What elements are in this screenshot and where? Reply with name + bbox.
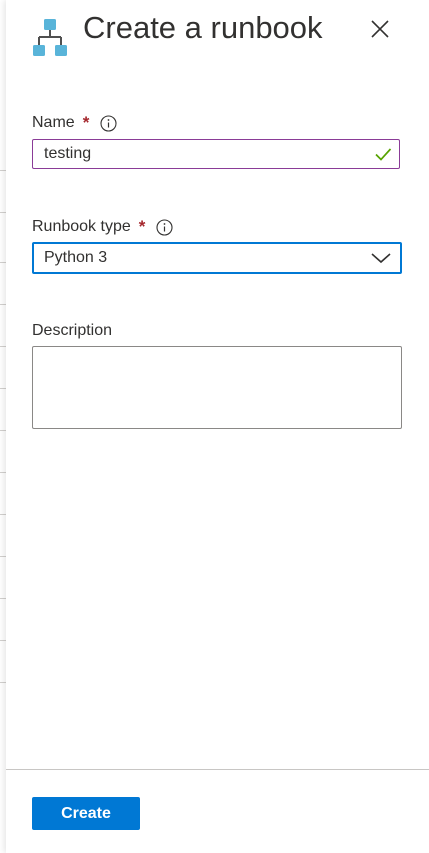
footer-divider xyxy=(6,769,429,770)
name-label-row: Name * xyxy=(32,113,117,133)
close-button[interactable] xyxy=(366,15,394,43)
name-required-mark: * xyxy=(82,113,90,132)
description-label-row: Description xyxy=(32,321,112,341)
description-textarea[interactable] xyxy=(32,346,402,429)
create-button[interactable]: Create xyxy=(32,797,140,830)
runbook-type-dropdown[interactable]: Python 3 xyxy=(32,242,402,274)
description-label: Description xyxy=(32,322,113,339)
runbook-type-label-row: Runbook type * xyxy=(32,217,173,237)
name-info-icon[interactable] xyxy=(100,114,117,132)
name-input[interactable]: testing xyxy=(32,139,400,169)
chevron-down-icon xyxy=(371,253,391,264)
panel-title: Create a runbook xyxy=(83,10,323,45)
name-input-value: testing xyxy=(44,145,92,162)
runbook-type-required-mark: * xyxy=(138,217,146,236)
name-label: Name xyxy=(32,114,75,131)
valid-check-icon xyxy=(375,148,392,161)
create-runbook-panel: Create a runbook Name * testing Runbook … xyxy=(6,0,429,853)
runbook-type-label: Runbook type xyxy=(32,218,131,235)
runbook-type-info-icon[interactable] xyxy=(156,218,173,236)
runbook-hierarchy-icon xyxy=(33,17,69,59)
runbook-type-selected: Python 3 xyxy=(44,249,108,266)
close-icon xyxy=(371,20,389,38)
